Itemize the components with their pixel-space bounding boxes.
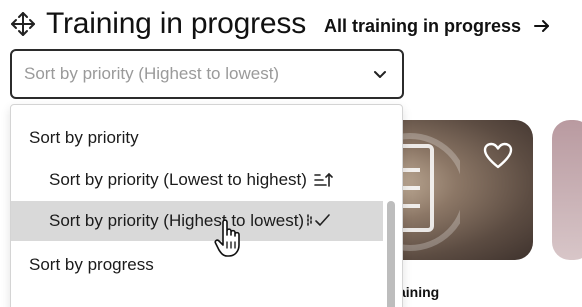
all-training-link[interactable]: All training in progress	[324, 16, 551, 37]
section-header: Training in progress All training in pro…	[10, 4, 578, 44]
card-title-partial: aining	[398, 284, 440, 300]
sort-descending-check-icon	[306, 212, 332, 230]
menu-group-sort-by-priority: Sort by priority	[29, 122, 401, 154]
all-training-link-label: All training in progress	[324, 15, 522, 36]
menu-scrollbar[interactable]	[387, 201, 395, 307]
menu-group-sort-by-progress: Sort by progress	[29, 249, 401, 281]
menu-item-label: Sort by priority (Lowest to highest)	[49, 170, 307, 189]
menu-item-priority-highest-to-lowest[interactable]: Sort by priority (Highest to lowest)	[11, 201, 383, 241]
move-arrows-icon[interactable]	[10, 11, 36, 37]
menu-group-label: Sort by progress	[29, 255, 154, 274]
sort-select[interactable]: Sort by priority (Highest to lowest)	[10, 49, 404, 99]
sort-select-value: Sort by priority (Highest to lowest)	[24, 64, 280, 83]
arrow-right-icon	[533, 17, 551, 35]
training-card-image-next[interactable]	[552, 120, 582, 260]
menu-group-label: Sort by priority	[29, 128, 139, 147]
menu-item-label: Sort by priority (Highest to lowest)	[49, 211, 305, 230]
sort-dropdown-menu: Sort by priority Sort by priority (Lowes…	[10, 104, 403, 307]
sort-ascending-icon	[313, 171, 333, 189]
chevron-down-icon	[372, 66, 388, 82]
heart-outline-icon[interactable]	[482, 140, 514, 172]
menu-item-priority-lowest-to-highest[interactable]: Sort by priority (Lowest to highest)	[11, 160, 383, 200]
page-title: Training in progress	[46, 7, 307, 40]
